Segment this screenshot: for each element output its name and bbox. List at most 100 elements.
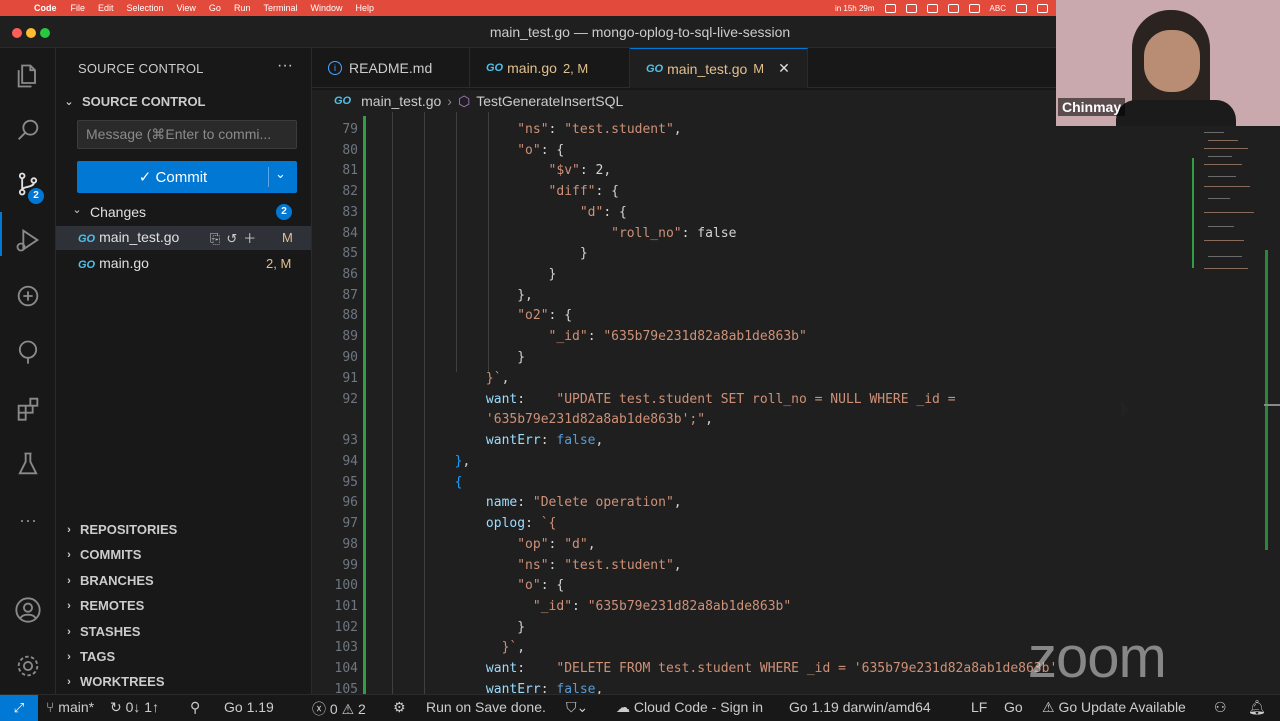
section-worktrees[interactable]: › WORKTREES — [62, 674, 164, 689]
line-number: 82 — [342, 184, 358, 199]
accounts-icon[interactable] — [12, 594, 44, 626]
code-line: { — [454, 475, 463, 490]
code-line: "o": { — [517, 578, 565, 593]
chevron-down-icon: ⌄ — [72, 204, 82, 216]
menu-help[interactable]: Help — [355, 3, 374, 13]
search-icon[interactable] — [12, 114, 44, 146]
problems-status[interactable]: ⓧ 0 ⚠ 2 — [312, 699, 366, 719]
section-stashes[interactable]: › STASHES — [62, 624, 140, 639]
go-version-status[interactable]: Go 1.19 — [224, 699, 274, 715]
code-line: } — [392, 246, 588, 261]
file-name: main_test.go — [99, 229, 180, 245]
shield-icon[interactable]: ⛉⌄ — [566, 699, 588, 716]
scrollbar-thumb[interactable] — [1264, 404, 1280, 406]
remote-indicator-icon[interactable]: ⤢ — [0, 695, 38, 721]
remote-explorer-icon[interactable] — [12, 280, 44, 312]
tray-icon-3[interactable] — [926, 3, 938, 13]
run-on-save-status[interactable]: Run on Save done. — [426, 699, 546, 715]
scrollbar-git-decorations[interactable] — [1265, 250, 1268, 550]
changes-label: Changes — [90, 204, 147, 220]
settings-gear-icon[interactable] — [12, 650, 44, 682]
testing-icon[interactable] — [12, 448, 44, 480]
run-debug-icon[interactable] — [12, 224, 44, 256]
line-number: 95 — [342, 475, 358, 490]
language-mode-status[interactable]: Go — [1004, 699, 1023, 715]
go-file-icon: GO — [78, 259, 96, 271]
line-number: 79 — [342, 122, 358, 137]
tray-icon-7[interactable] — [1037, 3, 1048, 13]
chevron-right-icon: › — [67, 650, 71, 663]
go-update-status[interactable]: ⚠ Go Update Available — [1042, 699, 1186, 716]
notifications-bell-icon[interactable]: 🔔︎ — [1248, 699, 1266, 716]
breadcrumb-symbol[interactable]: TestGenerateInsertSQL — [476, 93, 623, 109]
eol-status[interactable]: LF — [971, 699, 987, 715]
sidebar-more-icon[interactable]: ··· — [277, 57, 293, 75]
line-number: 97 — [342, 516, 358, 531]
file-row-main-test-go[interactable]: GO main_test.go ⎘↺＋ M — [56, 226, 311, 250]
menu-app-name[interactable]: Code — [34, 3, 57, 13]
editor-tabs: i README.md GO main.go 2, M GO main_test.go M… — [312, 48, 1056, 88]
commit-message-input[interactable]: Message (⌘Enter to commi... — [77, 120, 297, 149]
scm-section-label: SOURCE CONTROL — [82, 94, 206, 109]
tab-main-test-go[interactable]: GO main_test.go M ✕ — [630, 48, 808, 88]
go-tools-icon[interactable]: ⚲ — [190, 699, 200, 716]
file-actions[interactable]: ⎘↺＋ — [210, 228, 262, 247]
tray-icon-2[interactable] — [905, 3, 917, 13]
cloud-code-status[interactable]: ☁ Cloud Code - Sign in — [616, 699, 763, 716]
commit-button[interactable]: ✓ Commit ⌄ — [77, 161, 297, 193]
git-branch-icon: ⑂ — [46, 699, 59, 715]
menu-view[interactable]: View — [177, 3, 196, 13]
calendar-countdown[interactable]: in 15h 29m — [835, 4, 875, 13]
mouse-cursor-icon — [1121, 400, 1129, 418]
breadcrumb-file[interactable]: main_test.go — [361, 93, 441, 109]
tray-icon-6[interactable] — [1016, 3, 1027, 13]
changes-group[interactable]: ⌄ Changes 2 — [56, 201, 311, 225]
code-line: "ns": "test.student", — [517, 558, 682, 573]
file-row-main-go[interactable]: GO main.go 2, M — [56, 252, 311, 276]
ports-icon[interactable]: ⚙ — [393, 699, 406, 716]
code-editor[interactable]: 79 80 81 82 83 84 85 86 87 88 89 90 91 9… — [312, 112, 1056, 694]
commit-dropdown-chevron-icon[interactable]: ⌄ — [275, 166, 286, 182]
tree-icon[interactable] — [12, 336, 44, 368]
section-commits[interactable]: › COMMITS — [62, 547, 141, 562]
minimap[interactable] — [1192, 128, 1260, 278]
line-number: 92 — [342, 392, 358, 407]
menu-edit[interactable]: Edit — [98, 3, 114, 13]
section-repositories[interactable]: › REPOSITORIES — [62, 522, 177, 537]
menu-selection[interactable]: Selection — [127, 3, 164, 13]
tab-main-go[interactable]: GO main.go 2, M — [470, 48, 630, 88]
menu-run[interactable]: Run — [234, 3, 251, 13]
code-line: "roll_no": false — [611, 226, 737, 241]
more-icon[interactable]: ··· — [12, 504, 44, 536]
tray-icon-4[interactable] — [947, 3, 959, 13]
code-line: "d": { — [579, 205, 627, 220]
tray-icon-5[interactable] — [968, 3, 980, 13]
menu-go[interactable]: Go — [209, 3, 221, 13]
code-line: "_id": "635b79e231d82a8ab1de863b" — [548, 329, 807, 344]
explorer-icon[interactable] — [12, 60, 44, 92]
line-number: 104 — [334, 661, 358, 676]
tray-icon-1[interactable] — [884, 3, 896, 13]
tab-status: M — [753, 61, 765, 76]
section-tags[interactable]: › TAGS — [62, 649, 115, 664]
code-line: "o2": { — [517, 308, 573, 323]
line-number: 81 — [342, 163, 358, 178]
menu-window[interactable]: Window — [310, 3, 342, 13]
line-number: 91 — [342, 371, 358, 386]
go-env-status[interactable]: Go 1.19 darwin/amd64 — [789, 699, 931, 715]
close-tab-icon[interactable]: ✕ — [778, 60, 790, 77]
section-branches[interactable]: › BRANCHES — [62, 573, 154, 588]
menu-file[interactable]: File — [71, 3, 86, 13]
extensions-icon[interactable] — [12, 392, 44, 424]
branch-status[interactable]: ⑂ main* — [46, 699, 94, 715]
section-remotes[interactable]: › REMOTES — [62, 598, 144, 613]
scm-section-header[interactable]: ⌄ SOURCE CONTROL — [62, 94, 206, 109]
feedback-icon[interactable]: ⚇ — [1214, 699, 1227, 716]
input-source[interactable]: ABC — [990, 4, 1006, 13]
tab-readme[interactable]: i README.md — [312, 48, 470, 88]
sync-status[interactable]: ↻ 0↓ 1↑ — [110, 699, 159, 716]
tab-label: main.go — [507, 60, 557, 76]
menu-terminal[interactable]: Terminal — [263, 3, 297, 13]
menubar-tray: in 15h 29m ABC — [835, 0, 1048, 16]
code-line: "op": "d", — [517, 537, 596, 552]
